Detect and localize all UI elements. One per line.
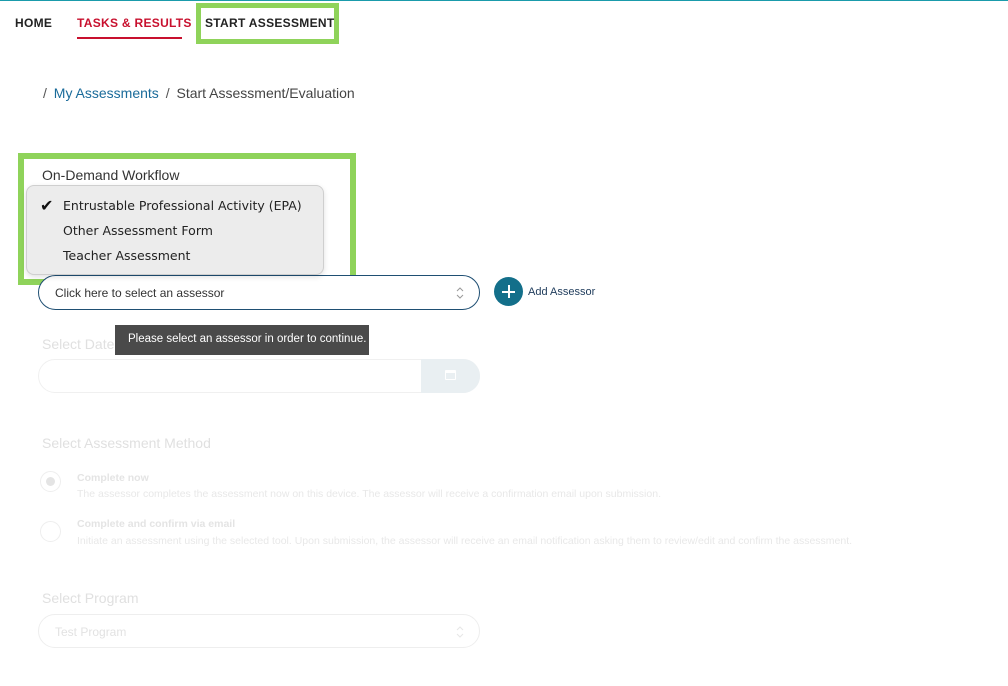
calendar-icon: [445, 370, 456, 380]
chevron-updown-icon: [456, 626, 464, 638]
assessor-select[interactable]: Click here to select an assessor: [38, 275, 480, 310]
breadcrumb-separator: /: [43, 85, 47, 101]
breadcrumb-current: Start Assessment/Evaluation: [176, 85, 355, 101]
program-select[interactable]: Test Program: [38, 614, 480, 648]
program-label: Select Program: [42, 590, 139, 606]
program-value: Test Program: [55, 625, 127, 639]
workflow-dropdown-menu: ✔ Entrustable Professional Activity (EPA…: [26, 185, 324, 275]
workflow-option-epa[interactable]: Entrustable Professional Activity (EPA): [63, 198, 302, 213]
workflow-label: On-Demand Workflow: [42, 167, 180, 183]
method-option-description: The assessor completes the assessment no…: [77, 488, 661, 500]
nav-tasks-results[interactable]: TASKS & RESULTS: [77, 16, 192, 30]
add-assessor-button[interactable]: [494, 277, 523, 306]
breadcrumb-my-assessments[interactable]: My Assessments: [54, 85, 159, 101]
date-picker-button[interactable]: [421, 359, 480, 393]
nav-start-assessment[interactable]: START ASSESSMENT: [205, 16, 334, 30]
breadcrumb-separator: /: [165, 85, 170, 101]
breadcrumb: / My Assessments / Start Assessment/Eval…: [40, 85, 355, 101]
method-option-description: Initiate an assessment using the selecte…: [77, 535, 853, 547]
workflow-option-other[interactable]: Other Assessment Form: [63, 223, 213, 238]
method-option-title: Complete now: [77, 472, 149, 484]
radio-complete-email[interactable]: [40, 521, 61, 542]
add-assessor-label[interactable]: Add Assessor: [528, 286, 595, 298]
assessor-tooltip: Please select an assessor in order to co…: [115, 325, 369, 355]
radio-complete-now[interactable]: [40, 471, 61, 492]
method-label: Select Assessment Method: [42, 435, 211, 451]
date-input[interactable]: [38, 359, 480, 393]
workflow-option-teacher[interactable]: Teacher Assessment: [63, 248, 190, 263]
chevron-updown-icon: [456, 287, 464, 299]
nav-active-underline: [77, 37, 182, 39]
method-option-title: Complete and confirm via email: [77, 518, 236, 530]
checkmark-icon: ✔: [40, 196, 54, 215]
nav-home[interactable]: HOME: [15, 16, 52, 30]
top-nav: HOME TASKS & RESULTS START ASSESSMENT: [0, 0, 1008, 44]
assessor-placeholder: Click here to select an assessor: [55, 286, 225, 300]
